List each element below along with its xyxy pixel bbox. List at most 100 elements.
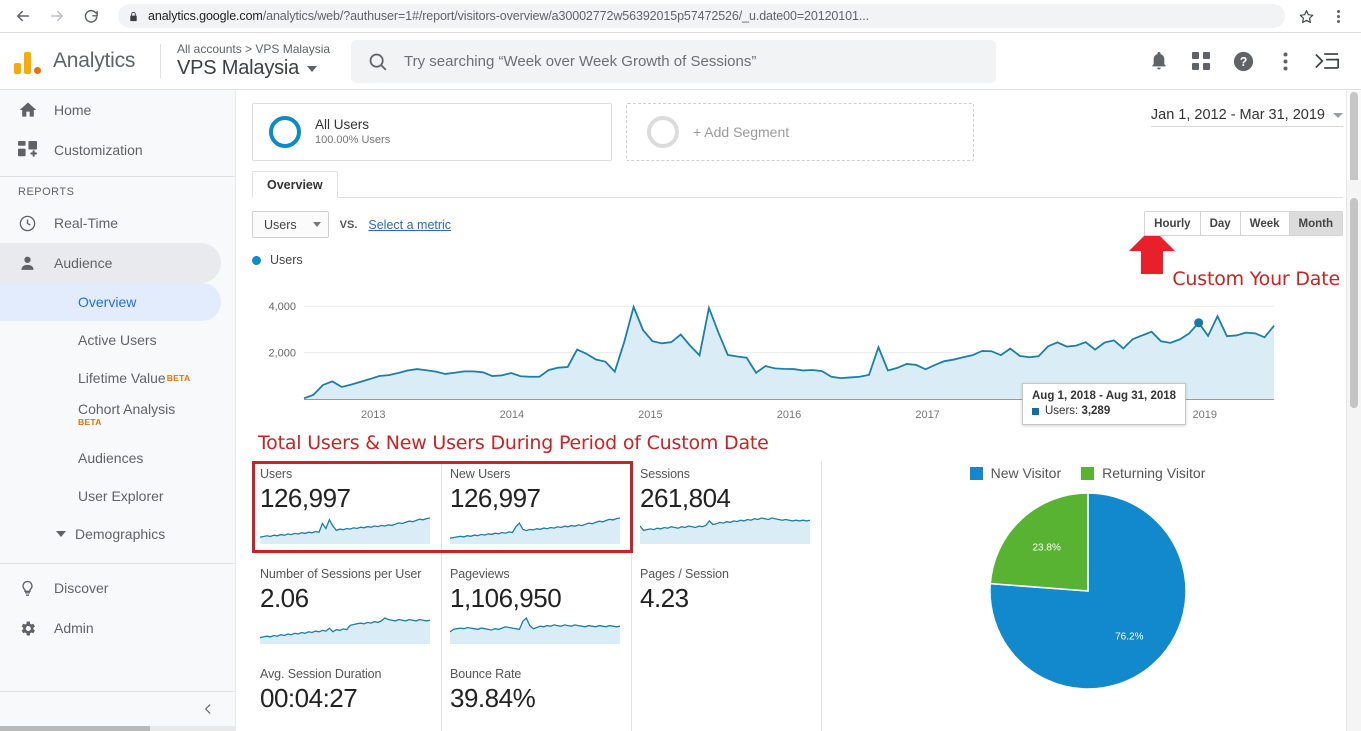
sidebar-subitem-label: Overview — [78, 294, 137, 310]
star-icon[interactable] — [1293, 3, 1319, 29]
metric-card-sessions-per-user[interactable]: Number of Sessions per User 2.06 — [252, 561, 442, 661]
metric-select-value: Users — [264, 217, 297, 232]
users-over-time-chart[interactable]: 2,0004,0002013201420152016201720182019 A… — [252, 271, 1343, 426]
help-icon[interactable]: ? — [1223, 41, 1263, 81]
pie-slice-label: 76.2% — [1115, 632, 1143, 643]
sidebar-item-label: Discover — [54, 580, 109, 596]
beta-badge: BETA — [166, 373, 191, 383]
notifications-bell-icon[interactable] — [1139, 41, 1179, 81]
search-input[interactable] — [404, 52, 980, 70]
sidebar-item-discover[interactable]: Discover — [0, 568, 235, 608]
metric-selector-row: Users VS. Select a metric Hourly Day Wee… — [252, 211, 1343, 238]
select-a-metric-link[interactable]: Select a metric — [368, 218, 451, 232]
kebab-menu-icon[interactable] — [1265, 41, 1305, 81]
sidebar-item-user-explorer[interactable]: User Explorer — [0, 477, 235, 515]
svg-text:?: ? — [1239, 54, 1247, 68]
chevron-down-icon[interactable] — [307, 65, 318, 72]
page-scrollbar[interactable] — [1346, 180, 1361, 731]
analytics-logo[interactable]: Analytics — [0, 48, 160, 74]
sidebar-subitem-label: Demographics — [75, 526, 166, 542]
page-title: VPS Malaysia — [177, 57, 300, 79]
metric-select-dropdown[interactable]: Users — [252, 211, 329, 238]
svg-text:2019: 2019 — [1192, 409, 1216, 421]
product-name: Analytics — [53, 49, 136, 72]
metric-value: 00:04:27 — [260, 683, 358, 713]
add-segment-button[interactable]: + Add Segment — [626, 103, 974, 161]
metric-value: 126,997 — [260, 483, 351, 513]
reload-icon[interactable] — [78, 3, 104, 29]
sidebar-item-admin[interactable]: Admin — [0, 608, 235, 648]
kebab-menu-icon[interactable] — [1325, 3, 1351, 29]
pie-svg: 76.2% 23.8% — [988, 492, 1187, 690]
chevron-down-icon[interactable] — [1333, 112, 1343, 118]
sidebar-item-home[interactable]: Home — [0, 90, 235, 130]
sidebar-section-label: REPORTS — [18, 186, 75, 198]
search-box[interactable] — [351, 39, 996, 83]
search-icon — [367, 51, 388, 72]
new-vs-returning-pie-chart[interactable]: New Visitor Returning Visitor 76.2% 23.8% — [832, 461, 1343, 731]
sidebar-item-lifetime-value[interactable]: Lifetime Value BETA — [0, 359, 235, 397]
sidebar: Home Customization REPORTS Real-Time Aud… — [0, 90, 236, 731]
pie-legend-returning-visitor[interactable]: Returning Visitor — [1081, 465, 1205, 481]
tooltip-date-range: Aug 1, 2018 - Aug 31, 2018 — [1032, 390, 1177, 402]
date-range-picker[interactable]: Jan 1, 2012 - Mar 31, 2019 — [1150, 107, 1343, 127]
address-bar[interactable]: analytics.google.com/analytics/web/?auth… — [118, 4, 1285, 28]
sidebar-item-customization[interactable]: Customization — [0, 130, 235, 170]
metric-card-sessions[interactable]: Sessions 261,804 — [632, 461, 822, 561]
sidebar-item-cohort-analysis[interactable]: Cohort Analysis BETA — [0, 397, 235, 439]
granularity-day[interactable]: Day — [1200, 212, 1241, 235]
granularity-week[interactable]: Week — [1240, 212, 1290, 235]
sidebar-item-audiences[interactable]: Audiences — [0, 439, 235, 477]
pie-legend-label: Returning Visitor — [1102, 465, 1206, 481]
scrollbar-thumb[interactable] — [1350, 198, 1358, 408]
sidebar-item-active-users[interactable]: Active Users — [0, 321, 235, 359]
pie-legend-new-visitor[interactable]: New Visitor — [969, 465, 1061, 481]
sidebar-item-label: Home — [54, 102, 92, 118]
granularity-hourly[interactable]: Hourly — [1145, 212, 1201, 235]
metric-card-pages-per-session[interactable]: Pages / Session 4.23 — [632, 561, 822, 661]
sidebar-item-audience[interactable]: Audience — [0, 243, 221, 283]
sidebar-item-real-time[interactable]: Real-Time — [0, 203, 235, 243]
account-selector[interactable]: All accounts > VPS Malaysia VPS Malaysia — [161, 42, 341, 80]
segment-all-users[interactable]: All Users 100.00% Users — [252, 103, 612, 161]
svg-text:2015: 2015 — [638, 409, 662, 421]
svg-text:2016: 2016 — [777, 409, 801, 421]
metric-card-new-users[interactable]: New Users 126,997 — [442, 461, 632, 561]
metric-label: Avg. Session Duration — [260, 667, 382, 681]
metric-label: New Users — [450, 467, 511, 481]
svg-text:2013: 2013 — [361, 409, 385, 421]
tooltip-metric-value: 3,289 — [1081, 405, 1111, 417]
metric-card-bounce-rate[interactable]: Bounce Rate 39.84% — [442, 661, 632, 731]
back-arrow-icon[interactable] — [10, 3, 36, 29]
sidebar-item-demographics[interactable]: Demographics — [0, 515, 235, 553]
forward-arrow-icon[interactable] — [44, 3, 70, 29]
sparkline-new-users — [449, 514, 621, 549]
browser-toolbar: analytics.google.com/analytics/web/?auth… — [0, 0, 1361, 33]
metric-label: Bounce Rate — [450, 667, 522, 681]
metric-label: Users — [260, 467, 293, 481]
sidebar-collapse-button[interactable] — [0, 691, 235, 731]
legend-color-swatch — [1081, 466, 1095, 480]
metric-label: Pages / Session — [640, 567, 729, 581]
metric-label: Sessions — [640, 467, 690, 481]
metric-card-pageviews[interactable]: Pageviews 1,106,950 — [442, 561, 632, 661]
svg-text:4,000: 4,000 — [268, 301, 296, 313]
customization-icon — [18, 140, 54, 160]
account-icon[interactable] — [1307, 41, 1347, 81]
sidebar-subitem-label: Active Users — [78, 332, 157, 348]
metric-card-users[interactable]: Users 126,997 — [252, 461, 442, 561]
metric-card-avg-session-duration[interactable]: Avg. Session Duration 00:04:27 — [252, 661, 442, 731]
lightbulb-icon — [18, 579, 54, 598]
segment-ring-icon — [647, 116, 679, 148]
granularity-month[interactable]: Month — [1289, 212, 1342, 235]
sidebar-subitem-label: Lifetime Value — [78, 370, 166, 386]
sidebar-horizontal-scrollbar[interactable] — [0, 726, 235, 731]
sidebar-item-overview[interactable]: Overview — [0, 283, 221, 321]
apps-grid-icon[interactable] — [1181, 41, 1221, 81]
tab-overview[interactable]: Overview — [252, 171, 338, 198]
chevron-down-icon[interactable] — [56, 531, 66, 537]
sparkline-users — [259, 514, 431, 549]
chart-tooltip: Aug 1, 2018 - Aug 31, 2018 Users: 3,289 — [1022, 383, 1187, 425]
tab-bar: Overview — [252, 171, 1343, 198]
legend-color-swatch — [969, 466, 983, 480]
